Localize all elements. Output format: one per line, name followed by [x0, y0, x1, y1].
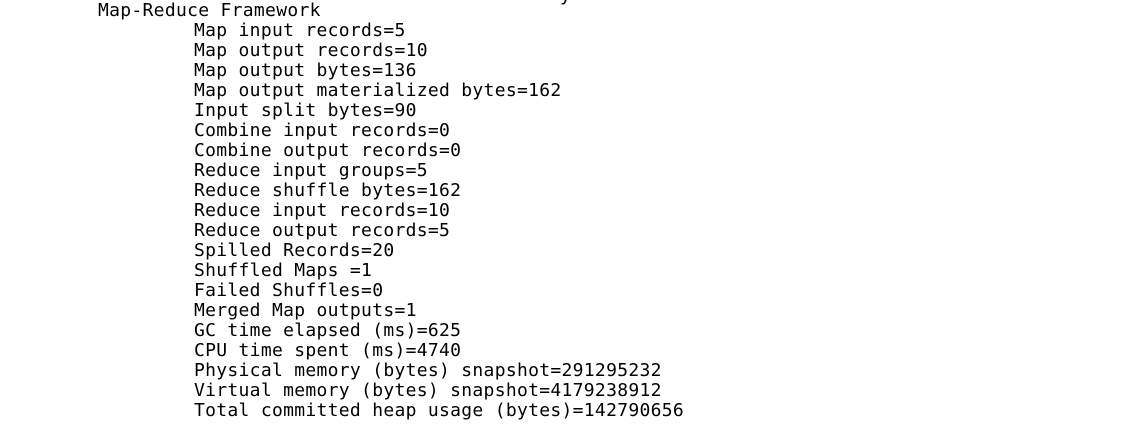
- counter-line: Map output bytes=136: [194, 60, 417, 81]
- counter-line: Reduce output records=5: [194, 220, 451, 241]
- counter-line: GC time elapsed (ms)=625: [194, 320, 462, 341]
- clipped-next-line: ---: [98, 420, 154, 425]
- counter-line: Combine input records=0: [194, 120, 451, 141]
- counter-line: Combine output records=0: [194, 140, 462, 161]
- counter-list: Map input records=5 Map output records=1…: [194, 20, 685, 421]
- counter-line: Map input records=5: [194, 20, 406, 41]
- counter-line: Spilled Records=20: [194, 240, 395, 261]
- counter-line: CPU time spent (ms)=4740: [194, 340, 462, 361]
- counter-line: Map output materialized bytes=162: [194, 80, 562, 101]
- counter-line: Reduce input records=10: [194, 200, 451, 221]
- counter-line: Reduce input groups=5: [194, 160, 428, 181]
- counter-line: Input split bytes=90: [194, 100, 417, 121]
- section-header-map-reduce: Map-Reduce Framework: [98, 0, 321, 21]
- counter-line: Map output records=10: [194, 40, 428, 61]
- counter-line: Shuffled Maps =1: [194, 260, 373, 281]
- terminal-output[interactable]: y Map-Reduce Framework Map input records…: [0, 0, 1145, 425]
- counter-line: Merged Map outputs=1: [194, 300, 417, 321]
- counter-line: Virtual memory (bytes) snapshot=41792389…: [194, 380, 662, 401]
- counter-line: Physical memory (bytes) snapshot=2912952…: [194, 360, 662, 381]
- counter-line: Reduce shuffle bytes=162: [194, 180, 462, 201]
- clipped-previous-line: y: [560, 0, 571, 6]
- counter-line: Failed Shuffles=0: [194, 280, 384, 301]
- counter-line: Total committed heap usage (bytes)=14279…: [194, 400, 685, 421]
